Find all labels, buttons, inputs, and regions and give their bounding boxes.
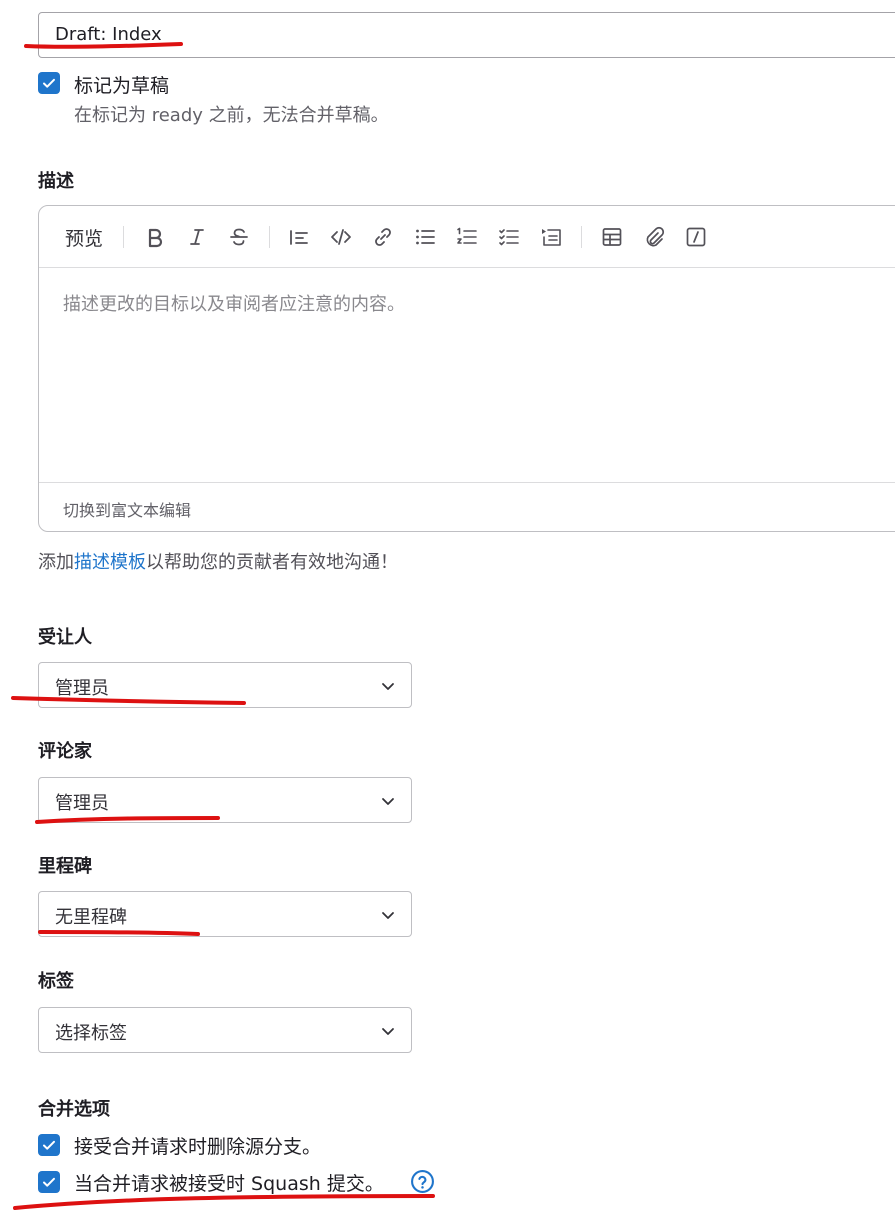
delete-source-branch-label: 接受合并请求时删除源分支。: [74, 1136, 322, 1158]
delete-source-branch-checkbox[interactable]: [38, 1134, 60, 1156]
check-icon: [43, 78, 55, 88]
numbered-list-icon[interactable]: [453, 223, 481, 251]
squash-commits-checkbox[interactable]: [38, 1171, 60, 1193]
chevron-down-icon: [382, 683, 394, 690]
check-icon: [43, 1177, 55, 1187]
description-template-link[interactable]: 描述模板: [74, 552, 146, 573]
bullet-list-icon[interactable]: [411, 223, 439, 251]
template-hint-suffix: 以帮助您的贡献者有效地沟通！: [146, 552, 398, 573]
strikethrough-icon[interactable]: [225, 223, 253, 251]
switch-rich-text-button[interactable]: 切换到富文本编辑: [63, 497, 191, 521]
collapsible-icon[interactable]: [537, 223, 565, 251]
title-input-value: Draft: Index: [55, 24, 162, 45]
italic-icon[interactable]: [183, 223, 211, 251]
merge-options-label: 合并选项: [38, 1099, 110, 1120]
template-hint: 添加描述模板以帮助您的贡献者有效地沟通！: [38, 548, 398, 574]
chevron-down-icon: [382, 798, 394, 805]
code-icon[interactable]: [327, 223, 355, 251]
draft-help-text: 在标记为 ready 之前，无法合并草稿。: [74, 105, 389, 126]
milestone-value: 无里程碑: [55, 907, 127, 928]
bold-icon[interactable]: [141, 223, 169, 251]
milestone-dropdown[interactable]: 无里程碑: [38, 891, 412, 937]
assignee-dropdown[interactable]: 管理员: [38, 662, 412, 708]
chevron-down-icon: [382, 1028, 394, 1035]
description-label: 描述: [38, 171, 74, 192]
preview-tab[interactable]: 预览: [61, 223, 107, 251]
quote-icon[interactable]: [285, 223, 313, 251]
reviewer-label: 评论家: [38, 741, 92, 762]
table-icon[interactable]: [598, 223, 626, 251]
draft-checkbox[interactable]: [38, 72, 60, 94]
description-textarea-placeholder[interactable]: 描述更改的目标以及审阅者应注意的内容。: [63, 290, 405, 316]
reviewer-dropdown[interactable]: 管理员: [38, 777, 412, 823]
milestone-label: 里程碑: [38, 856, 92, 877]
template-hint-prefix: 添加: [38, 552, 74, 573]
labels-value: 选择标签: [55, 1023, 127, 1044]
assignee-value: 管理员: [55, 678, 109, 699]
reviewer-value: 管理员: [55, 793, 109, 814]
help-icon[interactable]: [410, 1169, 435, 1194]
labels-label: 标签: [38, 971, 74, 992]
draft-checkbox-label: 标记为草稿: [74, 75, 170, 97]
quick-action-icon[interactable]: [682, 223, 710, 251]
check-icon: [43, 1140, 55, 1150]
squash-commits-label: 当合并请求被接受时 Squash 提交。: [74, 1173, 384, 1195]
link-icon[interactable]: [369, 223, 397, 251]
chevron-down-icon: [382, 912, 394, 919]
attach-icon[interactable]: [640, 223, 668, 251]
title-input[interactable]: Draft: Index: [38, 12, 895, 58]
assignee-label: 受让人: [38, 627, 92, 648]
labels-dropdown[interactable]: 选择标签: [38, 1007, 412, 1053]
editor-toolbar: 预览: [39, 206, 895, 268]
task-list-icon[interactable]: [495, 223, 523, 251]
editor-footer: 切换到富文本编辑: [39, 482, 895, 531]
description-editor[interactable]: 预览 描述更改的目标以及审阅者应注意的内容。 切换到富文本编辑: [38, 205, 895, 532]
